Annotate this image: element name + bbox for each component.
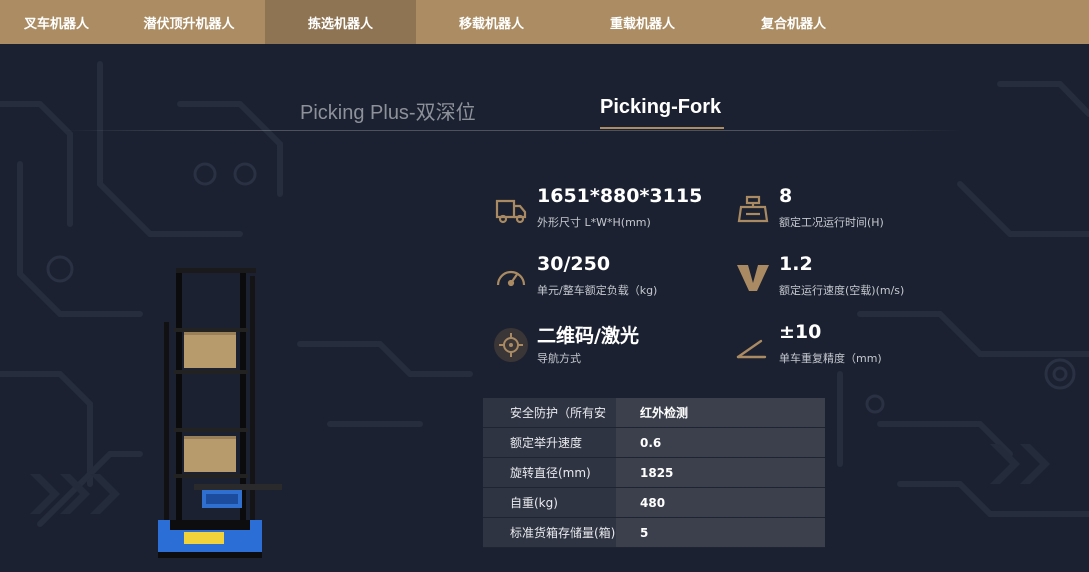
parameter-table: 安全防护（所有安 红外检测 额定举升速度 0.6 旋转直径(mm) 1825 自… (483, 398, 825, 548)
spec-value: 8 (779, 185, 793, 207)
nav-item-label: 叉车机器人 (23, 16, 89, 32)
spec-value: ±10 (779, 321, 822, 343)
nav-item-transfer-robot[interactable]: 移载机器人 (416, 0, 567, 44)
model-tabs: Picking Plus-双深位 Picking-Fork (0, 96, 1089, 132)
param-value: 红外检测 (616, 398, 825, 427)
param-value: 5 (616, 518, 825, 547)
nav-item-jacking-robot[interactable]: 潜伏顶升机器人 (113, 0, 265, 44)
spec-label: 额定运行速度(空载)(m/s) (779, 284, 905, 297)
param-name: 安全防护（所有安 (483, 398, 616, 427)
table-row: 标准货箱存储量(箱) 5 (483, 518, 825, 548)
nav-item-heavy-load-robot[interactable]: 重载机器人 (567, 0, 718, 44)
truck-icon (495, 199, 527, 224)
nav-item-picking-robot[interactable]: 拣选机器人 (265, 0, 416, 44)
param-value: 480 (616, 488, 825, 517)
nav-item-composite-robot[interactable]: 复合机器人 (718, 0, 869, 44)
angle-icon (736, 339, 767, 359)
param-value: 1825 (616, 458, 825, 487)
param-name: 标准货箱存储量(箱) (483, 518, 616, 547)
tabs-divider (62, 130, 962, 131)
nav-item-label: 潜伏顶升机器人 (143, 16, 235, 32)
spec-value: 1.2 (779, 253, 813, 275)
spec-label: 外形尺寸 L*W*H(mm) (537, 216, 651, 229)
table-row: 自重(kg) 480 (483, 488, 825, 518)
product-category-nav: 叉车机器人 潜伏顶升机器人 拣选机器人 移载机器人 重载机器人 复合机器人 (0, 0, 1089, 44)
tab-picking-plus[interactable]: Picking Plus-双深位 (300, 96, 476, 130)
picking-fork-robot-image (158, 268, 282, 558)
nav-item-label: 重载机器人 (609, 16, 675, 32)
crosshair-icon (494, 328, 528, 362)
tab-picking-fork[interactable]: Picking-Fork (600, 96, 721, 130)
param-name: 自重(kg) (483, 488, 616, 517)
nav-item-label: 移载机器人 (458, 16, 524, 32)
param-name: 旋转直径(mm) (483, 458, 616, 487)
gauge-icon (496, 270, 526, 287)
scale-icon (737, 195, 769, 223)
spec-label: 单元/整车额定负载（kg) (537, 284, 658, 297)
spec-label: 单车重复精度（mm) (779, 352, 882, 365)
spec-label: 额定工况运行时间(H) (779, 216, 884, 229)
table-row: 额定举升速度 0.6 (483, 428, 825, 458)
spec-value: 30/250 (537, 253, 611, 275)
table-row: 旋转直径(mm) 1825 (483, 458, 825, 488)
nav-item-label: 拣选机器人 (307, 16, 373, 32)
table-row: 安全防护（所有安 红外检测 (483, 398, 825, 428)
param-value: 0.6 (616, 428, 825, 457)
param-name: 额定举升速度 (483, 428, 616, 457)
spec-value: 二维码/激光 (537, 325, 639, 347)
spec-value: 1651*880*3115 (537, 185, 703, 207)
spec-label: 导航方式 (537, 352, 581, 365)
active-tab-indicator (600, 127, 724, 129)
speed-v-icon (737, 265, 769, 291)
nav-item-label: 复合机器人 (760, 16, 826, 32)
